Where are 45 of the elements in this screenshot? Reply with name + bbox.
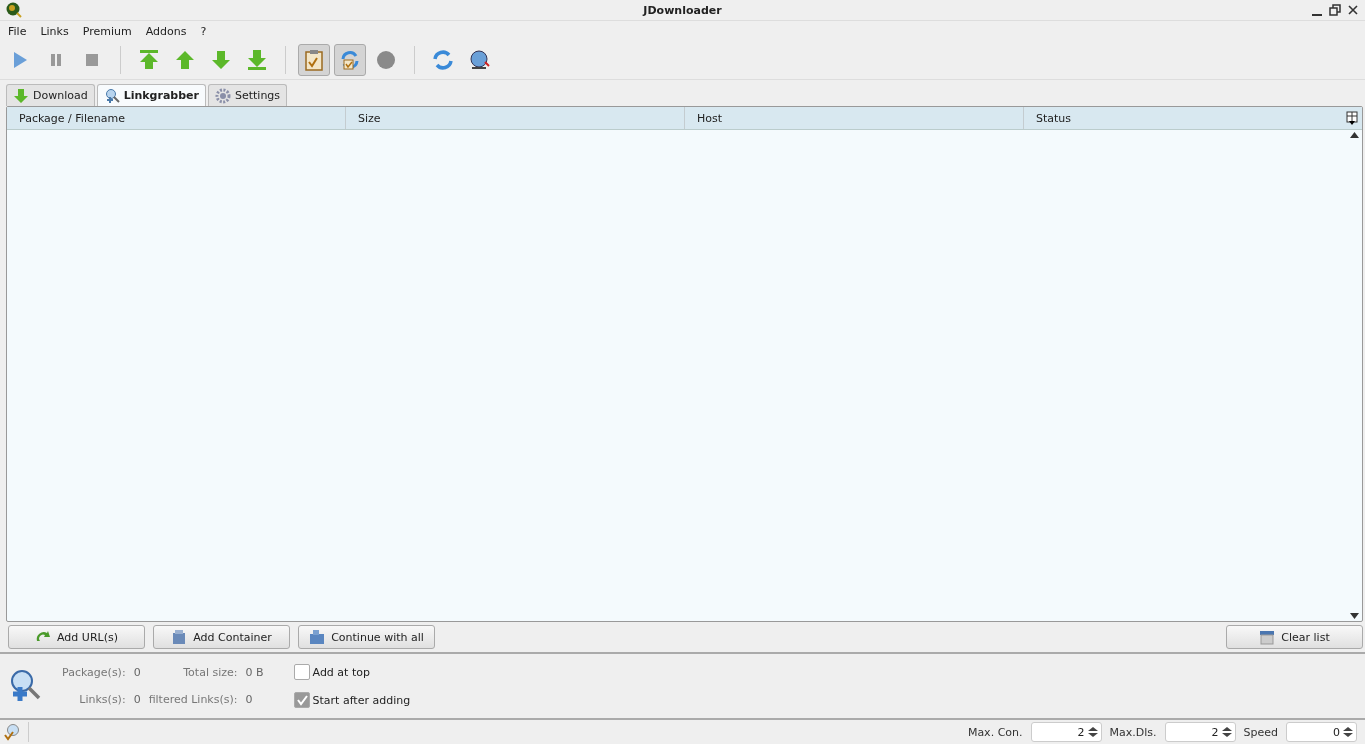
column-header[interactable]: Status	[1024, 107, 1362, 129]
scroll-up-icon[interactable]	[1350, 132, 1359, 138]
scroll-down-icon[interactable]	[1350, 613, 1359, 619]
checkbox[interactable]	[293, 692, 310, 708]
close-icon[interactable]	[1347, 4, 1359, 16]
stat-value: 0 B	[245, 666, 264, 679]
tab[interactable]: Download	[6, 84, 95, 106]
spinner-label: Max.Dls.	[1109, 725, 1157, 739]
tab[interactable]: Settings	[207, 84, 288, 106]
settings-icon	[214, 87, 231, 104]
restore-icon[interactable]	[1329, 4, 1341, 16]
spinner-label: Speed	[1243, 725, 1278, 739]
checkbox-label: Start after adding	[312, 693, 411, 707]
stat-label: Total size:	[182, 666, 238, 679]
url-button[interactable]: Add URL(s)	[8, 625, 145, 649]
stat-value: 0	[245, 693, 254, 706]
stat-value: 0	[133, 693, 141, 706]
menu-item[interactable]: File	[2, 24, 33, 38]
number-spinner[interactable]: 2	[1164, 722, 1236, 742]
column-header[interactable]: Package / Filename	[7, 107, 346, 129]
menu-item[interactable]: Addons	[139, 24, 193, 38]
globe-logo-icon	[6, 2, 22, 18]
container-button[interactable]: Add Container	[153, 625, 290, 649]
bulb-check-icon	[4, 723, 20, 741]
stat-label: filtered Links(s):	[148, 693, 238, 706]
checkbox-label: Add at top	[312, 665, 370, 679]
column-header[interactable]: Size	[346, 107, 685, 129]
number-spinner[interactable]: 2	[1030, 722, 1102, 742]
menu-item[interactable]: Links	[34, 24, 75, 38]
column-chooser-icon[interactable]	[1346, 111, 1358, 125]
menu-item[interactable]: Premium	[76, 24, 138, 38]
spinner-label: Max. Con.	[967, 725, 1023, 739]
tab[interactable]: Linkgrabber	[96, 84, 206, 106]
continue-button[interactable]: Continue with all	[298, 625, 435, 649]
stat-value: 0	[133, 666, 141, 679]
checkbox[interactable]	[293, 664, 310, 680]
clear-list-button[interactable]: Clear list	[1226, 625, 1363, 649]
stat-label: Package(s):	[62, 666, 126, 679]
stat-label: Links(s):	[78, 693, 126, 706]
magnifier-plus-icon	[8, 669, 42, 703]
number-spinner[interactable]: 0	[1286, 722, 1357, 742]
column-header[interactable]: Host	[685, 107, 1024, 129]
menu-item[interactable]: ?	[194, 24, 213, 38]
window-title: JDownloader	[643, 3, 722, 17]
download-icon	[13, 87, 29, 104]
